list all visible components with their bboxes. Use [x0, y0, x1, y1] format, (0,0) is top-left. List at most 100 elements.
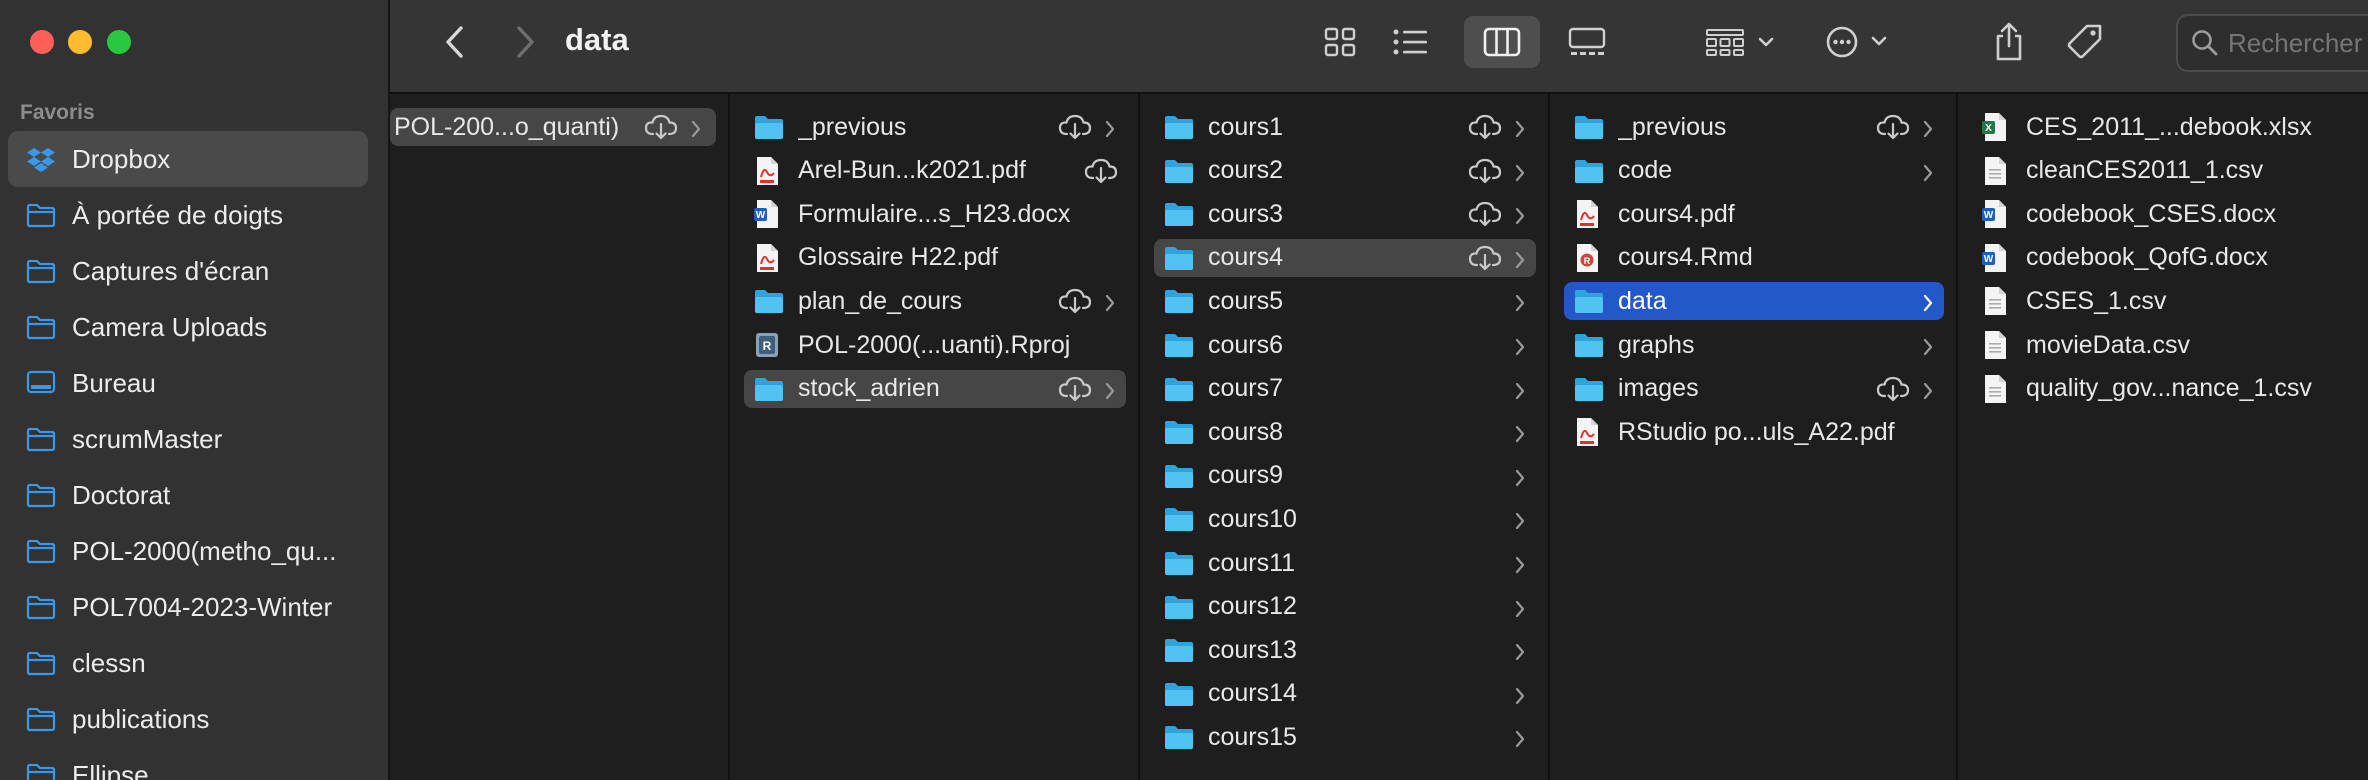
cloud-download-icon[interactable]	[1876, 114, 1910, 140]
column-course-folder[interactable]: _previous Arel-Bun...k2021.pdf W Formulaire…	[730, 94, 1140, 780]
folder-row[interactable]: cours5	[1154, 282, 1536, 320]
sidebar-item[interactable]: scrumMaster	[8, 411, 368, 467]
tags-button[interactable]	[2060, 20, 2110, 64]
folder-row[interactable]: cours3	[1154, 195, 1536, 233]
folder-icon	[26, 202, 56, 228]
sidebar-item[interactable]: Dropbox	[8, 131, 368, 187]
cloud-status[interactable]	[644, 114, 678, 140]
file-row[interactable]: Rcours4.Rmd	[1564, 239, 1944, 277]
icon-view-button[interactable]	[1310, 20, 1370, 64]
file-row[interactable]: W Formulaire...s_H23.docx	[744, 195, 1126, 233]
cloud-download-icon[interactable]	[1084, 158, 1118, 184]
sidebar-item[interactable]: Ellipse	[8, 747, 368, 780]
column-cours4[interactable]: _previouscode cours4.pdf Rcours4.Rmd data gr…	[1550, 94, 1958, 780]
column-view-button[interactable]	[1464, 16, 1540, 68]
file-row[interactable]: X CES_2011_...debook.xlsx	[1972, 108, 2354, 146]
cloud-download-icon[interactable]	[1058, 376, 1092, 402]
sidebar-item[interactable]: clessn	[8, 635, 368, 691]
folder-row[interactable]: cours10	[1154, 500, 1536, 538]
folder-row[interactable]: _previous	[744, 108, 1126, 146]
cloud-status[interactable]	[1468, 158, 1502, 184]
cloud-download-icon[interactable]	[1058, 288, 1092, 314]
folder-row[interactable]: cours6	[1154, 326, 1536, 364]
cloud-status[interactable]	[1058, 288, 1092, 314]
back-button[interactable]	[430, 20, 480, 64]
close-window-button[interactable]	[30, 30, 54, 54]
file-row[interactable]: cours4.pdf	[1564, 195, 1944, 233]
sidebar-item[interactable]: Camera Uploads	[8, 299, 368, 355]
cloud-download-icon[interactable]	[1468, 201, 1502, 227]
svg-text:W: W	[1984, 210, 1994, 221]
file-row[interactable]: RStudio po...uls_A22.pdf	[1564, 413, 1944, 451]
file-row[interactable]: CSES_1.csv	[1972, 282, 2354, 320]
cloud-status[interactable]	[1084, 158, 1118, 184]
sidebar-item[interactable]: POL-2000(metho_qu...	[8, 523, 368, 579]
folder-row[interactable]: _previous	[1564, 108, 1944, 146]
file-row[interactable]: quality_gov...nance_1.csv	[1972, 370, 2354, 408]
cloud-download-icon[interactable]	[1468, 245, 1502, 271]
folder-row[interactable]: images	[1564, 370, 1944, 408]
file-row[interactable]: Wcodebook_CSES.docx	[1972, 195, 2354, 233]
list-view-button[interactable]	[1380, 20, 1442, 64]
cloud-status[interactable]	[1468, 201, 1502, 227]
cloud-download-icon[interactable]	[644, 114, 678, 140]
folder-row[interactable]: data	[1564, 282, 1944, 321]
folder-row[interactable]: cours14	[1154, 675, 1536, 713]
folder-row[interactable]: cours7	[1154, 370, 1536, 408]
more-actions-button[interactable]	[1824, 20, 1896, 64]
column-stock-adrien[interactable]: cours1 cours2 cours3 cours4 cours5 cours6 cour…	[1140, 94, 1550, 780]
sidebar-item[interactable]: À portée de doigts	[8, 187, 368, 243]
folder-icon	[1574, 375, 1604, 403]
folder-row[interactable]: code	[1564, 152, 1944, 190]
cloud-status[interactable]	[1058, 114, 1092, 140]
sidebar-item[interactable]: Doctorat	[8, 467, 368, 523]
sidebar-item[interactable]: Bureau	[8, 355, 368, 411]
zoom-window-button[interactable]	[107, 30, 131, 54]
folder-row[interactable]: graphs	[1564, 326, 1944, 364]
folder-row[interactable]: cours4	[1154, 238, 1536, 277]
folder-row[interactable]: cours11	[1154, 544, 1536, 582]
cloud-status[interactable]	[1468, 245, 1502, 271]
search-field[interactable]	[2176, 14, 2368, 72]
cloud-download-icon[interactable]	[1468, 158, 1502, 184]
folder-row[interactable]: cours2	[1154, 152, 1536, 190]
column-root[interactable]: POL-200...o_quanti)	[390, 94, 730, 780]
minimize-window-button[interactable]	[68, 30, 92, 54]
file-row[interactable]: Arel-Bun...k2021.pdf	[744, 152, 1126, 190]
file-row[interactable]: Glossaire H22.pdf	[744, 239, 1126, 277]
folder-row[interactable]: POL-200...o_quanti)	[390, 108, 716, 146]
column-data[interactable]: X CES_2011_...debook.xlsx cleanCES2011_1.c…	[1958, 94, 2368, 780]
sidebar-item[interactable]: publications	[8, 691, 368, 747]
file-type-icon: W	[754, 200, 784, 229]
cloud-status[interactable]	[1058, 376, 1092, 402]
share-button[interactable]	[1984, 20, 2034, 64]
cloud-download-icon[interactable]	[1058, 114, 1092, 140]
cloud-download-icon[interactable]	[1876, 376, 1910, 402]
file-row[interactable]: movieData.csv	[1972, 326, 2354, 364]
csv-file-icon	[1985, 287, 2006, 316]
folder-row[interactable]: cours9	[1154, 457, 1536, 495]
group-by-button[interactable]	[1702, 20, 1780, 64]
search-input[interactable]	[2226, 26, 2368, 60]
folder-row[interactable]: cours12	[1154, 588, 1536, 626]
sidebar-item[interactable]: Captures d'écran	[8, 243, 368, 299]
forward-button[interactable]	[500, 20, 550, 64]
folder-row[interactable]: cours15	[1154, 718, 1536, 756]
cloud-status[interactable]	[1876, 376, 1910, 402]
folder-icon	[26, 594, 56, 620]
folder-row[interactable]: stock_adrien	[744, 369, 1126, 408]
file-row[interactable]: Wcodebook_QofG.docx	[1972, 239, 2354, 277]
cloud-status[interactable]	[1876, 114, 1910, 140]
folder-row[interactable]: cours13	[1154, 631, 1536, 669]
folder-icon	[1165, 116, 1193, 139]
folder-icon	[1165, 421, 1193, 445]
file-row[interactable]: cleanCES2011_1.csv	[1972, 152, 2354, 190]
sidebar-item[interactable]: POL7004-2023-Winter	[8, 579, 368, 635]
gallery-view-button[interactable]	[1556, 20, 1618, 64]
folder-row[interactable]: cours8	[1154, 413, 1536, 451]
folder-row[interactable]: cours1	[1154, 108, 1536, 146]
cloud-status[interactable]	[1468, 114, 1502, 140]
cloud-download-icon[interactable]	[1468, 114, 1502, 140]
folder-row[interactable]: plan_de_cours	[744, 282, 1126, 320]
file-row[interactable]: R POL-2000(...uanti).Rproj	[744, 326, 1126, 364]
